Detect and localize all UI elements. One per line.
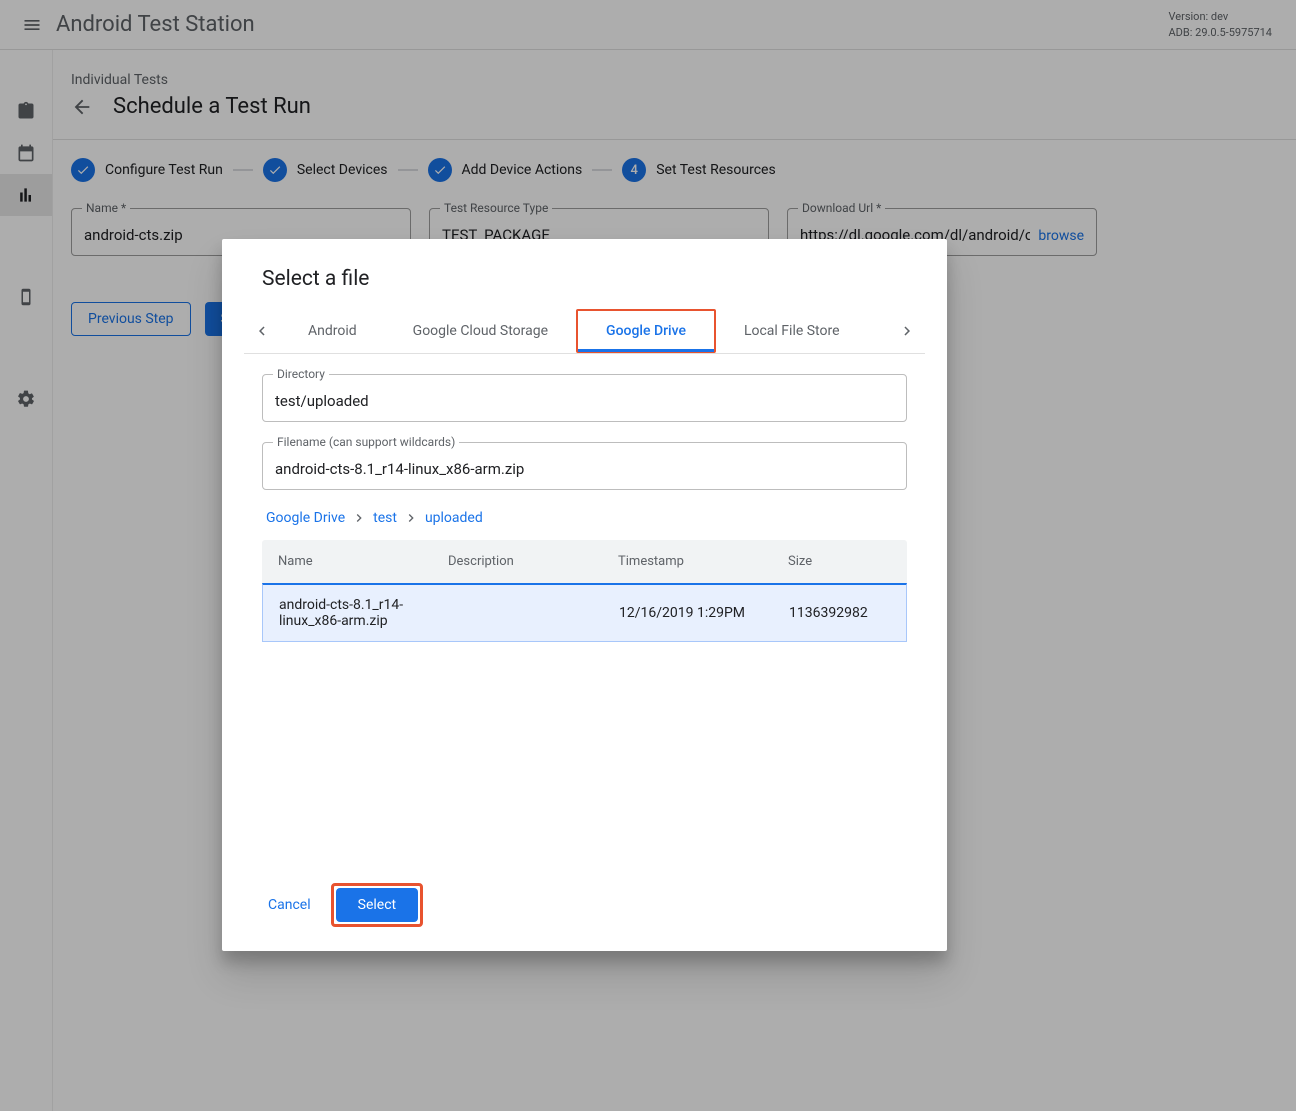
tab-local-file-store[interactable]: Local File Store (716, 309, 868, 353)
col-description: Description (448, 554, 618, 569)
dialog-title: Select a file (222, 267, 947, 309)
chevron-right-icon (898, 322, 916, 340)
chevron-right-icon (351, 510, 367, 526)
filename-label: Filename (can support wildcards) (273, 435, 459, 449)
col-timestamp: Timestamp (618, 554, 788, 569)
tab-android[interactable]: Android (280, 309, 385, 353)
cell-size: 1136392982 (789, 605, 909, 621)
chevron-left-icon (253, 322, 271, 340)
filename-input[interactable] (275, 460, 894, 478)
tab-scroll-left[interactable] (244, 309, 280, 353)
crumb-uploaded[interactable]: uploaded (425, 510, 483, 526)
tab-gcs[interactable]: Google Cloud Storage (385, 309, 576, 353)
select-file-dialog: Select a file Android Google Cloud Stora… (222, 239, 947, 951)
crumb-root[interactable]: Google Drive (266, 510, 345, 526)
path-breadcrumbs: Google Drive test uploaded (262, 510, 907, 526)
filename-field[interactable]: Filename (can support wildcards) (262, 442, 907, 490)
chevron-right-icon (403, 510, 419, 526)
select-button[interactable]: Select (336, 888, 418, 922)
directory-label: Directory (273, 367, 329, 381)
tab-google-drive[interactable]: Google Drive (576, 309, 716, 353)
cell-name: android-cts-8.1_r14-linux_x86-arm.zip (279, 597, 449, 629)
cell-timestamp: 12/16/2019 1:29PM (619, 605, 789, 621)
col-name: Name (278, 554, 448, 569)
tab-scroll-right[interactable] (889, 309, 925, 353)
col-size: Size (788, 554, 908, 569)
directory-input[interactable] (275, 392, 894, 410)
select-highlight: Select (331, 883, 423, 927)
file-table: Name Description Timestamp Size android-… (262, 540, 907, 642)
crumb-test[interactable]: test (373, 510, 397, 526)
table-row[interactable]: android-cts-8.1_r14-linux_x86-arm.zip 12… (262, 583, 907, 642)
cancel-button[interactable]: Cancel (262, 889, 317, 921)
directory-field[interactable]: Directory (262, 374, 907, 422)
